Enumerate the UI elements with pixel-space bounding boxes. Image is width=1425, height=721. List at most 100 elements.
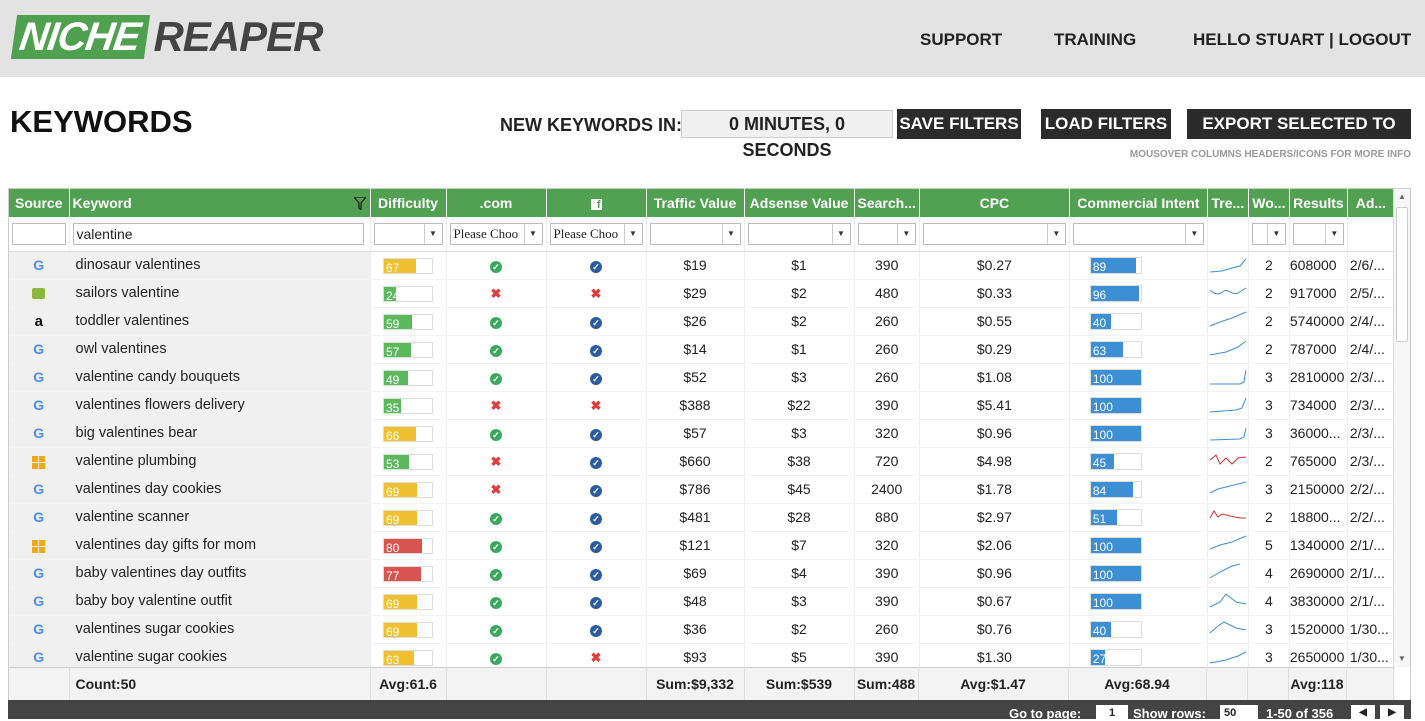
check-icon: ✓ — [490, 429, 502, 441]
difficulty-cell: 57 — [370, 335, 447, 364]
new-keywords-timer: 0 MINUTES, 0 SECONDS — [681, 110, 893, 160]
filter-trend-cell — [1207, 217, 1249, 252]
filter-difficulty-select[interactable]: ▼ — [373, 222, 443, 245]
filter-facebook-select[interactable]: Please Choo ▼ — [549, 222, 643, 245]
keyword-cell[interactable]: big valentines bear — [69, 419, 371, 448]
col-header-cpc[interactable]: CPC — [919, 189, 1070, 217]
filter-cpc-select[interactable]: ▼ — [922, 222, 1066, 245]
search-volume-cell: 260 — [854, 363, 920, 392]
keyword-cell[interactable]: valentine candy bouquets — [69, 363, 371, 392]
keyword-cell[interactable]: baby valentines day outfits — [69, 559, 371, 588]
difficulty-cell: 69 — [370, 615, 447, 644]
check-icon: ✓ — [490, 261, 502, 273]
table-row[interactable]: Gbaby boy valentine outfit 69 ✓ ✓ $48 $3 390 $0… — [9, 587, 1395, 616]
commercial-intent-cell: 63 — [1069, 335, 1208, 364]
export-csv-button[interactable]: EXPORT SELECTED TO CSV — [1187, 109, 1411, 163]
col-header-added[interactable]: Ad... — [1347, 189, 1395, 217]
scroll-down-icon[interactable]: ▼ — [1394, 651, 1410, 667]
traffic-value-cell: $36 — [646, 615, 745, 644]
col-header-words[interactable]: Wo... — [1248, 189, 1290, 217]
filter-source-input[interactable] — [12, 222, 66, 245]
filter-results-select[interactable]: ▼ — [1292, 222, 1344, 245]
dotcom-cell: ✓ — [446, 335, 547, 364]
col-header-trend[interactable]: Tre... — [1207, 189, 1249, 217]
table-row[interactable]: Gvalentines sugar cookies 69 ✓ ✓ $36 $2 260 $0.… — [9, 615, 1395, 644]
filter-traffic-select[interactable]: ▼ — [649, 222, 741, 245]
table-row[interactable]: Gbaby valentines day outfits 77 ✓ ✓ $69 $4 390… — [9, 559, 1395, 588]
col-header-facebook[interactable]: f — [546, 189, 647, 217]
added-cell: 2/2/... — [1347, 503, 1395, 532]
col-header-search-volume[interactable]: Search... — [854, 189, 920, 217]
filter-adsense-select[interactable]: ▼ — [747, 222, 851, 245]
filter-added-cell — [1347, 217, 1395, 252]
load-filters-button[interactable]: LOAD FILTERS — [1041, 109, 1171, 139]
vertical-scrollbar[interactable]: ▲ ▼ — [1393, 189, 1410, 667]
keyword-cell[interactable]: owl valentines — [69, 335, 371, 364]
words-cell: 3 — [1248, 363, 1290, 392]
table-row[interactable]: Gdinosaur valentines 67 ✓ ✓ $19 $1 390 $0.27 89 2… — [9, 251, 1395, 280]
table-row[interactable]: valentine plumbing 53 ✖ ✓ $660 $38 720 $4.98 45 2… — [9, 447, 1395, 476]
commercial-intent-cell: 89 — [1069, 251, 1208, 280]
table-row[interactable]: Gvalentine scanner 69 ✓ ✓ $481 $28 880 $2.97 51 2… — [9, 503, 1395, 532]
col-header-commercial-intent[interactable]: Commercial Intent — [1069, 189, 1208, 217]
nav-training[interactable]: TRAINING — [1054, 30, 1136, 50]
col-header-difficulty[interactable]: Difficulty — [370, 189, 447, 217]
search-volume-cell: 390 — [854, 587, 920, 616]
trend-cell — [1207, 503, 1249, 532]
keyword-cell[interactable]: sailors valentine — [69, 279, 371, 308]
keyword-cell[interactable]: valentine plumbing — [69, 447, 371, 476]
difficulty-bar: 59 — [383, 313, 433, 331]
keyword-cell[interactable]: valentines flowers delivery — [69, 391, 371, 420]
keyword-cell[interactable]: valentines day cookies — [69, 475, 371, 504]
filter-funnel-icon[interactable] — [352, 196, 367, 212]
save-filters-button[interactable]: SAVE FILTERS — [897, 109, 1021, 139]
google-icon: G — [33, 481, 45, 497]
adsense-value-cell: $45 — [744, 475, 855, 504]
scroll-thumb[interactable] — [1396, 207, 1408, 342]
pager-rows-select[interactable]: 50 — [1220, 705, 1258, 719]
table-row[interactable]: Gbig valentines bear 66 ✓ ✓ $57 $3 320 $0.96 100… — [9, 419, 1395, 448]
summary-dotcom — [446, 667, 547, 700]
traffic-value-cell: $121 — [646, 531, 745, 560]
commercial-intent-bar: 100 — [1089, 424, 1142, 442]
col-header-source[interactable]: Source — [9, 189, 70, 217]
trend-sparkline — [1209, 481, 1246, 493]
table-row[interactable]: a toddler valentines 59 ✓ ✓ $26 $2 260 $0.55 40 2 5… — [9, 307, 1395, 336]
filter-ci-select[interactable]: ▼ — [1072, 222, 1204, 245]
col-header-dotcom[interactable]: .com — [446, 189, 547, 217]
pager-next-icon[interactable]: ▶ — [1380, 705, 1404, 719]
filter-words-select[interactable]: ▼ — [1251, 222, 1286, 245]
scroll-up-icon[interactable]: ▲ — [1394, 189, 1410, 205]
pager-page-input[interactable]: 1 — [1096, 705, 1128, 719]
filter-search-select[interactable]: ▼ — [857, 222, 916, 245]
trend-cell — [1207, 475, 1249, 504]
filter-keyword-input[interactable]: valentine — [72, 222, 364, 245]
words-cell: 2 — [1248, 503, 1290, 532]
table-row[interactable]: valentines day gifts for mom 80 ✓ ✓ $121 $7 32… — [9, 531, 1395, 560]
table-row[interactable]: Gvalentine candy bouquets 49 ✓ ✓ $52 $3 260 $1.… — [9, 363, 1395, 392]
summary-traffic: Sum:$9,332 — [646, 667, 745, 700]
words-cell: 2 — [1248, 307, 1290, 336]
keyword-cell[interactable]: toddler valentines — [69, 307, 371, 336]
nav-support[interactable]: SUPPORT — [920, 30, 1002, 50]
results-cell: 1340000 — [1289, 531, 1348, 560]
keyword-cell[interactable]: valentine scanner — [69, 503, 371, 532]
table-row[interactable]: Gowl valentines 57 ✓ ✓ $14 $1 260 $0.29 63 2 78700… — [9, 335, 1395, 364]
col-header-keyword[interactable]: Keyword — [69, 189, 371, 217]
filter-dotcom-select[interactable]: Please Choo ▼ — [449, 222, 543, 245]
keyword-cell[interactable]: valentines day gifts for mom — [69, 531, 371, 560]
col-header-adsense-value[interactable]: Adsense Value — [744, 189, 855, 217]
logo[interactable]: NICHE REAPER — [10, 13, 324, 60]
table-row[interactable]: Gvalentines day cookies 69 ✖ ✓ $786 $45 2400 $1… — [9, 475, 1395, 504]
col-header-results[interactable]: Results — [1289, 189, 1348, 217]
pager-prev-icon[interactable]: ◀ — [1351, 705, 1375, 719]
col-header-traffic-value[interactable]: Traffic Value — [646, 189, 745, 217]
dotcom-cell: ✓ — [446, 531, 547, 560]
table-row[interactable]: sailors valentine 24 ✖ ✖ $29 $2 480 $0.33 96 2 917… — [9, 279, 1395, 308]
keyword-cell[interactable]: valentines sugar cookies — [69, 615, 371, 644]
trend-sparkline — [1209, 311, 1247, 326]
table-row[interactable]: Gvalentines flowers delivery 35 ✖ ✖ $388 $22 3… — [9, 391, 1395, 420]
keyword-cell[interactable]: dinosaur valentines — [69, 251, 371, 280]
nav-greeting-logout[interactable]: HELLO STUART | LOGOUT — [1193, 30, 1411, 50]
keyword-cell[interactable]: baby boy valentine outfit — [69, 587, 371, 616]
